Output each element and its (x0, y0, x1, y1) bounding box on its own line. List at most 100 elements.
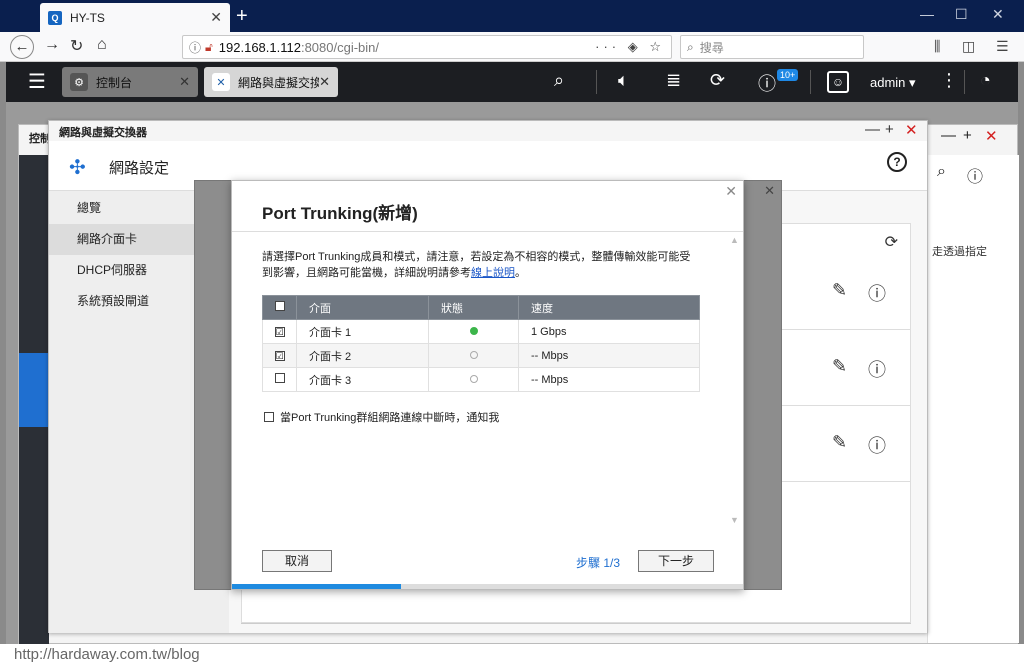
new-tab-icon[interactable]: + (236, 5, 248, 28)
close-icon[interactable]: ✕ (985, 127, 998, 145)
page-title: 網路設定 (109, 160, 170, 177)
control-panel-content: 走透過指定 (927, 155, 1019, 643)
home-icon[interactable]: ⌂ (97, 36, 107, 54)
help-icon[interactable]: ? (887, 152, 907, 172)
speed-cell: 1 Gbps (518, 319, 700, 344)
row-checkbox[interactable]: ☑ (262, 343, 297, 368)
back-icon[interactable]: ← (10, 35, 34, 59)
divider (810, 70, 811, 94)
divider (596, 70, 597, 94)
dialog-title: Port Trunking(新增) (262, 204, 418, 223)
search-icon[interactable]: ⌕ (554, 70, 564, 91)
network-icon: ✕ (212, 73, 230, 91)
close-icon[interactable]: ✕ (905, 121, 918, 139)
browser-tab-title: HY-TS (70, 10, 105, 25)
status-dot-icon (469, 350, 478, 359)
close-icon[interactable]: ✕ (725, 183, 737, 200)
minimize-icon[interactable]: — (941, 127, 956, 144)
column-header: 狀態 (428, 295, 519, 320)
info-icon[interactable]: ⓘ (868, 432, 886, 458)
notify-checkbox[interactable] (264, 412, 274, 422)
url-path: :8080/cgi-bin/ (300, 39, 380, 55)
sidebar-icon[interactable]: ◫ (962, 38, 975, 55)
search-placeholder: 搜尋 (699, 40, 724, 55)
main-menu-icon[interactable]: ☰ (28, 69, 46, 94)
browser-tab-bar: Q HY-TS ✕ + — ☐ ✕ (0, 0, 1024, 32)
tab-label: 控制台 (96, 75, 133, 90)
maximize-icon[interactable]: + (885, 121, 894, 138)
volume-icon[interactable]: 🔈︎ (618, 70, 629, 91)
browser-tab[interactable]: Q HY-TS ✕ (40, 3, 230, 32)
divider (232, 231, 743, 232)
online-help-link[interactable]: 線上說明 (471, 267, 515, 279)
interface-name: 介面卡 2 (296, 343, 429, 368)
table-row[interactable]: ☑ 介面卡 1 1 Gbps (262, 319, 700, 344)
close-icon[interactable]: ✕ (319, 74, 330, 90)
row-checkbox[interactable] (262, 367, 297, 392)
user-menu[interactable]: admin ▾ (870, 75, 916, 91)
sync-icon[interactable]: ⟳ (710, 70, 725, 91)
forward-icon[interactable]: → (44, 36, 60, 54)
tab-network[interactable]: ✕ 網路與虛擬交換... ✕ (204, 67, 338, 97)
page-actions-icon[interactable]: ··· ◈ ☆ (595, 39, 665, 55)
library-icon[interactable]: ⫼ (934, 38, 940, 55)
description-tail: 。 (515, 267, 526, 279)
info-icon[interactable]: ⓘ (189, 39, 201, 56)
wizard-progress-bar (232, 584, 743, 589)
divider (964, 70, 965, 94)
window-title: 網路與虛擬交換器 (59, 127, 147, 139)
vertical-scrollbar[interactable]: ▲ ▼ (730, 235, 740, 525)
edit-icon[interactable]: ✎ (832, 280, 847, 301)
maximize-icon[interactable]: ☐ (955, 6, 968, 23)
search-field[interactable]: ⌕ 搜尋 (680, 35, 864, 59)
info-icon[interactable]: ⓘ (868, 280, 886, 306)
interface-name: 介面卡 3 (296, 367, 429, 392)
table-row[interactable]: 介面卡 3 -- Mbps (262, 367, 700, 392)
help-icon[interactable]: ⓘ (967, 163, 983, 187)
tab-label: 網路與虛擬交換... (238, 75, 320, 90)
control-panel-sidebar (19, 155, 49, 645)
menu-icon[interactable]: ☰ (996, 38, 1009, 55)
dashboard-icon[interactable]: ◔ (980, 70, 991, 91)
next-button[interactable]: 下一步 (638, 550, 714, 572)
close-tab-icon[interactable]: ✕ (210, 9, 222, 26)
cancel-button[interactable]: 取消 (262, 550, 332, 572)
refresh-icon[interactable]: ⟳ (885, 232, 898, 252)
column-header: 介面 (296, 295, 429, 320)
notification-icon[interactable]: ⓘ (758, 70, 776, 96)
close-icon[interactable]: ✕ (764, 183, 775, 199)
reload-icon[interactable]: ↻ (70, 36, 83, 56)
port-trunking-dialog: ✕ Port Trunking(新增) 請選擇Port Trunking成員和模… (231, 180, 744, 590)
notify-option[interactable]: 當Port Trunking群組網路連線中斷時，通知我 (264, 409, 499, 425)
maximize-icon[interactable]: + (963, 127, 972, 144)
address-bar[interactable]: ⓘ 🔓︎ 192.168.1.112 :8080/cgi-bin/ ··· ◈ … (182, 35, 672, 59)
notify-label: 當Port Trunking群組網路連線中斷時，通知我 (280, 412, 500, 424)
info-icon[interactable]: ⓘ (868, 356, 886, 382)
insecure-lock-icon[interactable]: 🔓︎ (205, 40, 213, 55)
search-icon[interactable]: ⌕ (937, 163, 946, 181)
sidebar-item-network[interactable] (19, 353, 49, 427)
content-text: 走透過指定 (932, 246, 987, 258)
more-icon[interactable]: ⋮ (940, 70, 958, 91)
close-window-icon[interactable]: ✕ (992, 6, 1004, 23)
speed-cell: -- Mbps (518, 367, 700, 392)
tasks-icon[interactable]: ≣ (666, 70, 681, 91)
network-logo-icon: ✣ (69, 157, 86, 179)
close-icon[interactable]: ✕ (179, 74, 190, 90)
minimize-icon[interactable]: — (920, 6, 934, 22)
status-cell (428, 343, 519, 368)
select-all-checkbox[interactable] (262, 295, 297, 320)
status-dot-icon (469, 326, 478, 335)
search-icon: ⌕ (687, 39, 694, 54)
user-avatar-icon[interactable]: ☺ (827, 71, 849, 93)
edit-icon[interactable]: ✎ (832, 432, 847, 453)
horizontal-scrollbar[interactable] (241, 623, 911, 633)
step-indicator: 步驟 1/3 (576, 556, 621, 570)
edit-icon[interactable]: ✎ (832, 356, 847, 377)
watermark: http://hardaway.com.tw/blog (14, 646, 200, 663)
status-dot-icon (469, 374, 478, 383)
tab-control-panel[interactable]: ⚙ 控制台 ✕ (62, 67, 198, 97)
row-checkbox[interactable]: ☑ (262, 319, 297, 344)
minimize-icon[interactable]: — (865, 121, 880, 138)
table-row[interactable]: ☑ 介面卡 2 -- Mbps (262, 343, 700, 368)
